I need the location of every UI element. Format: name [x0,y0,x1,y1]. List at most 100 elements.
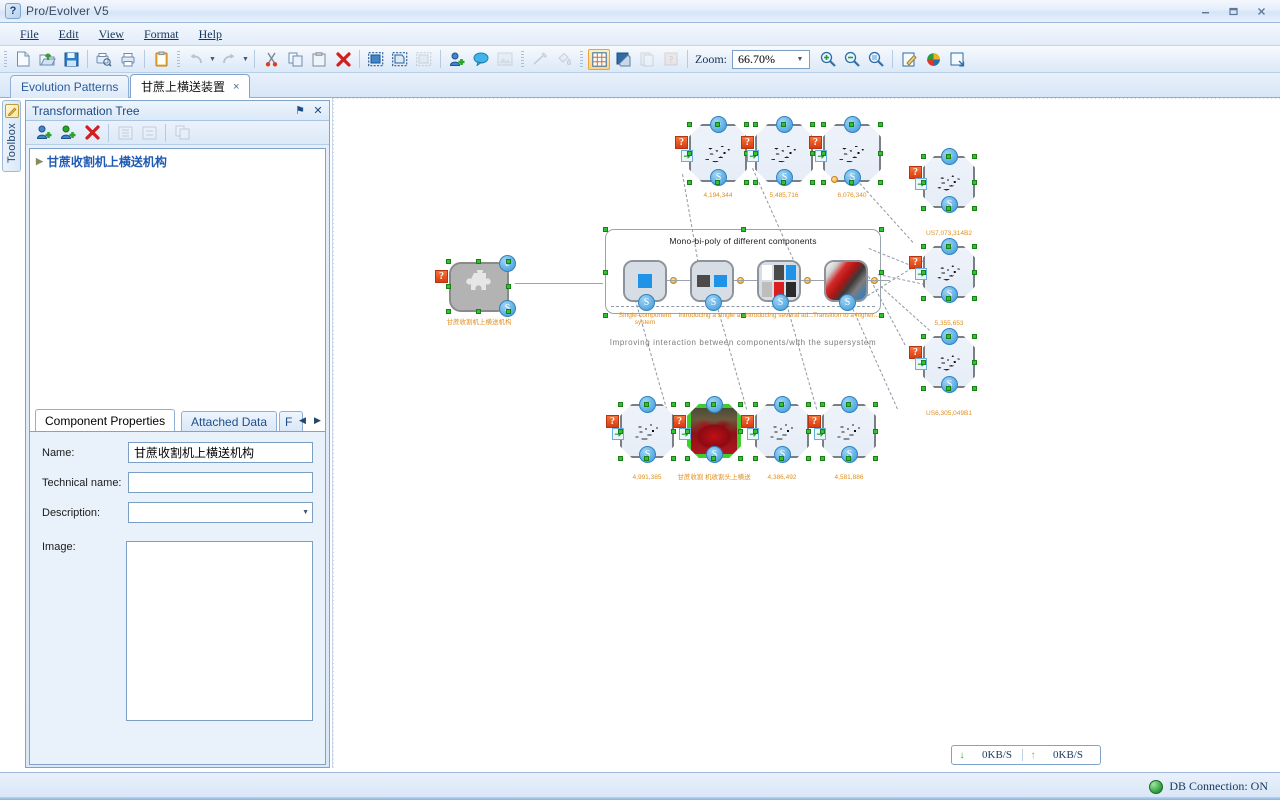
resize-handle[interactable] [972,386,977,391]
copy-icon[interactable] [284,49,306,70]
resize-handle[interactable] [711,456,716,461]
resize-handle[interactable] [603,270,608,275]
resize-handle[interactable] [972,360,977,365]
close-icon[interactable]: × [233,81,239,93]
resize-handle[interactable] [921,154,926,159]
grid-icon[interactable] [588,48,610,70]
resize-handle[interactable] [878,122,883,127]
badge-s[interactable]: S [638,294,655,311]
resize-handle[interactable] [753,429,758,434]
resize-handle[interactable] [738,456,743,461]
resize-handle[interactable] [685,456,690,461]
technical-name-field[interactable] [128,472,313,493]
shadow-square-icon[interactable] [612,49,634,70]
tabs-prev-button[interactable]: ◀ [297,412,308,429]
question-marker-icon[interactable]: ? [741,136,754,149]
save-document-icon[interactable] [60,49,82,70]
resize-handle[interactable] [846,402,851,407]
network-speed-meter[interactable]: ↓ 0KB/S ↑ 0KB/S [951,745,1101,765]
resize-handle[interactable] [820,456,825,461]
color-wheel-icon[interactable] [922,49,944,70]
resize-handle[interactable] [446,309,451,314]
clipboard-icon[interactable] [150,49,172,70]
canvas-node-pattern-4[interactable]: S Transition to a higher... [813,260,879,319]
print-preview-icon[interactable] [93,49,115,70]
canvas-node-top-3[interactable]: e S ? ➜ 6,076,340 [809,116,885,199]
resize-handle[interactable] [506,284,511,289]
zoom-in-icon[interactable] [817,49,839,70]
cut-icon[interactable] [260,49,282,70]
diagram-canvas[interactable]: e S ? 甘蔗收割机上横送机构 Mono-bi-poly of differe… [333,98,1280,768]
resize-handle[interactable] [946,296,951,301]
tab-component-properties[interactable]: Component Properties [35,409,176,431]
resize-handle[interactable] [744,122,749,127]
duplicate-icon[interactable] [171,122,193,143]
delete-icon[interactable] [332,49,354,70]
description-field[interactable]: ▼ [128,502,313,523]
close-icon[interactable]: ✕ [311,104,325,118]
badge-s[interactable]: S [839,294,856,311]
resize-handle[interactable] [946,154,951,159]
tab-evolution-patterns[interactable]: Evolution Patterns [10,75,130,98]
resize-handle[interactable] [781,122,786,127]
maximize-button[interactable] [1220,3,1246,20]
select-area-icon[interactable] [389,49,411,70]
resize-handle[interactable] [618,456,623,461]
canvas-node-bottom-1[interactable]: e S ? ➜ 4,991,385 [606,396,678,481]
resize-handle[interactable] [446,259,451,264]
note-pencil-icon[interactable] [898,49,920,70]
resize-handle[interactable] [921,296,926,301]
resize-handle[interactable] [715,122,720,127]
resize-handle[interactable] [603,227,608,232]
resize-handle[interactable] [921,386,926,391]
resize-handle[interactable] [738,429,743,434]
canvas-node-pattern-3[interactable]: S Introducing several ad... [744,260,814,319]
resize-handle[interactable] [618,429,623,434]
resize-handle[interactable] [741,227,746,232]
resize-handle[interactable] [820,402,825,407]
deselect-icon[interactable] [413,49,435,70]
resize-handle[interactable] [715,180,720,185]
zoom-out-icon[interactable] [841,49,863,70]
menu-edit[interactable]: Edit [49,25,89,44]
resize-handle[interactable] [810,122,815,127]
image-icon[interactable] [494,49,516,70]
resize-handle[interactable] [476,259,481,264]
canvas-node-pattern-1[interactable]: S Single-component system [619,260,671,326]
close-button[interactable] [1248,3,1274,20]
resize-handle[interactable] [921,206,926,211]
chevron-right-icon[interactable]: ▶ [36,156,43,167]
connector-joint[interactable] [831,176,838,183]
menu-format[interactable]: Format [134,25,189,44]
page-setup-icon[interactable] [636,49,658,70]
resize-handle[interactable] [946,386,951,391]
question-marker-icon[interactable]: ? [808,415,821,428]
resize-handle[interactable] [779,456,784,461]
resize-handle[interactable] [687,180,692,185]
resize-handle[interactable] [779,402,784,407]
question-marker-icon[interactable]: ? [606,415,619,428]
resize-handle[interactable] [506,259,511,264]
add-node-icon[interactable] [33,122,55,143]
diagram-canvas-wrapper[interactable]: e S ? 甘蔗收割机上横送机构 Mono-bi-poly of differe… [332,98,1280,768]
question-marker-icon[interactable]: ? [673,415,686,428]
resize-handle[interactable] [921,334,926,339]
resize-handle[interactable] [821,180,826,185]
delete-node-icon[interactable] [81,122,103,143]
resize-handle[interactable] [753,151,758,156]
resize-handle[interactable] [671,402,676,407]
canvas-node-right-1[interactable]: e S ? ➜ US7,073,314B2 [909,148,979,237]
canvas-node-root[interactable]: e S ? 甘蔗收割机上横送机构 [435,255,516,326]
toolbox-strip[interactable]: Toolbox [2,100,21,172]
resize-handle[interactable] [476,309,481,314]
resize-icon[interactable] [946,49,968,70]
resize-handle[interactable] [921,360,926,365]
resize-handle[interactable] [711,402,716,407]
resize-handle[interactable] [972,206,977,211]
canvas-node-top-1[interactable]: e S ? ➜ 4,194,344 [675,116,751,199]
resize-handle[interactable] [603,313,608,318]
minimize-button[interactable] [1192,3,1218,20]
new-document-icon[interactable] [12,49,34,70]
resize-handle[interactable] [972,270,977,275]
resize-handle[interactable] [820,429,825,434]
